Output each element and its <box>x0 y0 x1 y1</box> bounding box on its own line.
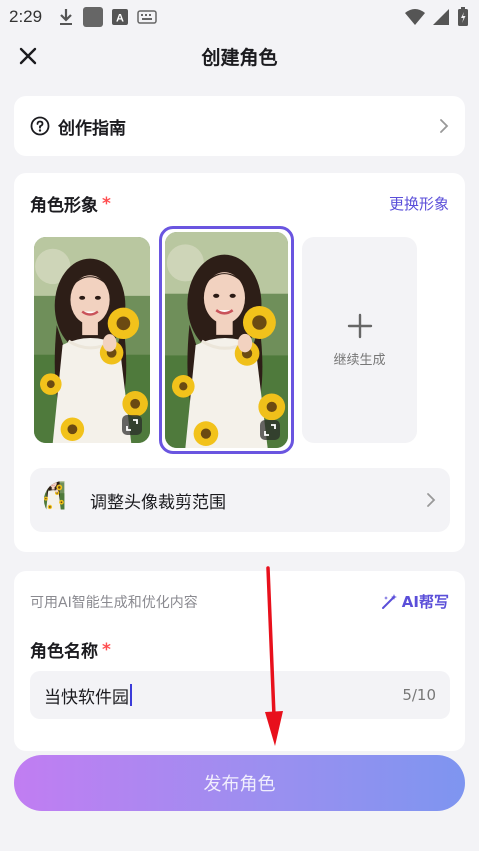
guide-label: 创作指南 <box>58 118 126 139</box>
crop-avatar-row[interactable]: 调整头像裁剪范围 <box>30 468 450 532</box>
publish-button[interactable]: 发布角色 <box>14 755 465 811</box>
plus-icon <box>347 313 372 338</box>
download-icon <box>60 9 73 25</box>
ai-hint-row: 可用AI智能生成和优化内容 AI帮写 <box>30 591 449 612</box>
name-title-row: 角色名称 * <box>30 637 111 663</box>
expand-button[interactable] <box>122 415 142 435</box>
ai-write-label: AI帮写 <box>401 593 449 611</box>
expand-icon <box>264 424 276 436</box>
expand-button[interactable] <box>260 420 280 440</box>
avatar-option-1[interactable] <box>34 237 150 443</box>
svg-text:A: A <box>116 13 124 25</box>
battery-icon <box>458 7 468 26</box>
magic-wand-icon <box>381 594 397 609</box>
ai-write-button[interactable]: AI帮写 <box>381 591 449 612</box>
info-card: 可用AI智能生成和优化内容 AI帮写 角色名称 * 当快软件园 5/10 <box>14 571 465 751</box>
avatar-thumbnail <box>44 481 82 519</box>
help-circle-icon <box>30 116 50 136</box>
avatar-card: 角色形象 * 更换形象 继续生成 调整头像裁剪范围 <box>14 173 465 552</box>
status-icons-right <box>405 7 469 27</box>
expand-icon <box>126 419 138 431</box>
close-button[interactable] <box>14 42 42 70</box>
keyboard-icon <box>137 10 157 24</box>
status-icons-left: A <box>58 7 157 27</box>
wifi-icon <box>405 9 425 25</box>
bottom-safe-area <box>0 831 479 851</box>
close-icon <box>19 47 37 65</box>
name-char-count: 5/10 <box>402 686 436 704</box>
generate-more-label: 继续生成 <box>333 352 386 368</box>
guide-row[interactable]: 创作指南 <box>14 96 465 156</box>
name-input[interactable]: 当快软件园 5/10 <box>30 671 450 719</box>
status-bar: 2:29 A <box>0 0 479 34</box>
portrait-image <box>165 232 288 448</box>
status-time: 2:29 <box>9 7 43 26</box>
portrait-image <box>34 237 150 443</box>
text-caret <box>130 684 132 706</box>
app-square-icon <box>83 7 104 27</box>
chevron-right-icon <box>440 119 449 133</box>
name-value: 当快软件园 <box>44 687 129 708</box>
required-mark: * <box>102 639 111 660</box>
avatar-option-2[interactable] <box>165 232 288 448</box>
avatar-image <box>44 481 82 519</box>
name-title: 角色名称 <box>30 642 98 662</box>
required-mark: * <box>102 193 111 214</box>
ai-hint-text: 可用AI智能生成和优化内容 <box>30 594 198 611</box>
publish-label: 发布角色 <box>203 774 276 795</box>
change-avatar-link[interactable]: 更换形象 <box>389 193 449 214</box>
avatar-header: 角色形象 * 更换形象 <box>30 191 449 217</box>
header: 创建角色 <box>0 34 479 78</box>
crop-label: 调整头像裁剪范围 <box>90 492 226 513</box>
signal-icon <box>433 9 449 25</box>
page-title: 创建角色 <box>201 46 278 69</box>
avatar-title: 角色形象 <box>30 196 98 216</box>
chevron-right-icon <box>427 493 436 507</box>
font-a-icon: A <box>112 9 129 25</box>
generate-more-button[interactable]: 继续生成 <box>302 237 417 443</box>
